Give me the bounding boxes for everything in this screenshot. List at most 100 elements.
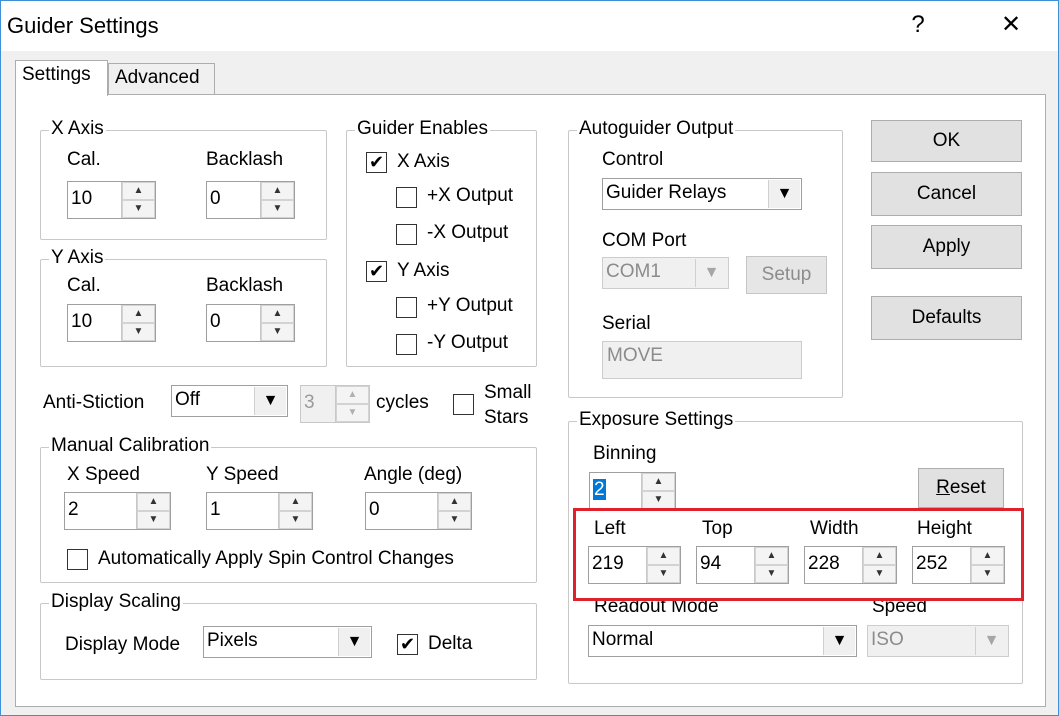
defaults-button[interactable]: Defaults — [871, 296, 1022, 340]
auto-apply-label: Automatically Apply Spin Control Changes — [98, 548, 454, 569]
plus-x-output-checkbox[interactable] — [396, 187, 417, 208]
spin-up-icon[interactable]: ▲ — [137, 493, 170, 511]
spinner-arrows: ▲ ▼ — [260, 305, 294, 341]
angle-value[interactable]: 0 — [369, 499, 380, 521]
tab-settings[interactable]: Settings — [15, 60, 108, 96]
x-backlash-spinner[interactable]: 0 ▲ ▼ — [206, 181, 295, 219]
tab-advanced[interactable]: Advanced — [108, 63, 215, 95]
reset-button[interactable]: Reset — [918, 468, 1004, 508]
spin-up-icon[interactable]: ▲ — [122, 182, 155, 200]
com-port-value: COM1 — [606, 261, 661, 282]
spin-up-icon[interactable]: ▲ — [261, 182, 294, 200]
display-mode-label: Display Mode — [65, 634, 181, 655]
spin-down-icon[interactable]: ▼ — [137, 511, 170, 529]
anti-stiction-select[interactable]: Off ▼ — [171, 385, 288, 417]
chevron-down-icon[interactable]: ▼ — [768, 180, 800, 208]
plus-y-output-checkbox[interactable] — [396, 297, 417, 318]
angle-spinner[interactable]: 0 ▲ ▼ — [365, 492, 472, 530]
spin-down-icon[interactable]: ▼ — [279, 511, 312, 529]
small-stars-label-line1: Small — [484, 382, 532, 403]
control-select[interactable]: Guider Relays ▼ — [602, 178, 802, 210]
spinner-arrows: ▲ ▼ — [121, 182, 155, 218]
x-backlash-value[interactable]: 0 — [210, 188, 221, 210]
ok-button[interactable]: OK — [871, 120, 1022, 162]
binning-spinner[interactable]: 2 ▲ ▼ — [589, 472, 676, 510]
x-speed-value[interactable]: 2 — [68, 499, 79, 521]
y-cal-spinner[interactable]: 10 ▲ ▼ — [67, 304, 156, 342]
y-backlash-label: Backlash — [206, 275, 284, 296]
y-backlash-value[interactable]: 0 — [210, 311, 221, 333]
chevron-down-icon[interactable]: ▼ — [338, 628, 370, 656]
spin-down-icon[interactable]: ▼ — [122, 200, 155, 218]
y-speed-value[interactable]: 1 — [210, 499, 221, 521]
com-port-select[interactable]: COM1 ▼ — [602, 257, 729, 289]
x-cal-spinner[interactable]: 10 ▲ ▼ — [67, 181, 156, 219]
exposure-settings-group-label: Exposure Settings — [577, 409, 736, 431]
spin-down-icon[interactable]: ▼ — [122, 323, 155, 341]
spin-down-icon[interactable]: ▼ — [261, 200, 294, 218]
delta-checkbox[interactable]: ✔ — [397, 634, 418, 655]
guider-enables-group: Guider Enables ✔ X Axis +X Output -X Out… — [346, 118, 537, 367]
angle-label: Angle (deg) — [364, 464, 463, 485]
spin-up-icon[interactable]: ▲ — [122, 305, 155, 323]
spinner-arrows: ▲ ▼ — [260, 182, 294, 218]
x-speed-label: X Speed — [67, 464, 140, 485]
serial-field[interactable]: MOVE — [602, 341, 802, 379]
setup-button[interactable]: Setup — [746, 256, 827, 294]
dialog-title: Guider Settings — [7, 13, 159, 38]
apply-button[interactable]: Apply — [871, 225, 1022, 269]
display-scaling-group: Display Scaling Display Mode Pixels ▼ ✔ … — [40, 591, 537, 680]
spinner-arrows: ▲ ▼ — [335, 386, 369, 422]
display-scaling-group-label: Display Scaling — [49, 591, 183, 613]
cycles-spinner[interactable]: 3 ▲ ▼ — [300, 385, 370, 423]
spinner-arrows: ▲ ▼ — [641, 473, 675, 509]
cancel-button[interactable]: Cancel — [871, 172, 1022, 216]
display-mode-select[interactable]: Pixels ▼ — [203, 626, 372, 658]
spin-down-icon: ▼ — [336, 404, 369, 422]
x-axis-enable-label: X Axis — [397, 151, 450, 172]
x-cal-value[interactable]: 10 — [71, 188, 92, 210]
spin-up-icon[interactable]: ▲ — [438, 493, 471, 511]
spin-up-icon: ▲ — [336, 386, 369, 404]
minus-x-output-label: -X Output — [427, 222, 509, 243]
x-speed-spinner[interactable]: 2 ▲ ▼ — [64, 492, 171, 530]
close-icon[interactable]: ✕ — [989, 5, 1033, 45]
spin-up-icon[interactable]: ▲ — [642, 473, 675, 491]
chevron-down-icon: ▼ — [975, 627, 1007, 655]
y-axis-group: Y Axis Cal. Backlash 10 ▲ ▼ 0 ▲ ▼ — [40, 247, 327, 367]
readout-mode-select[interactable]: Normal ▼ — [588, 625, 857, 657]
exposure-settings-group: Exposure Settings Binning 2 ▲ ▼ Reset Lef… — [568, 409, 1024, 684]
settings-tab-panel: X Axis Cal. Backlash 10 ▲ ▼ 0 ▲ ▼ Y Axis C… — [15, 94, 1046, 707]
speed-select[interactable]: ISO ▼ — [867, 625, 1009, 657]
spinner-arrows: ▲ ▼ — [437, 493, 471, 529]
x-backlash-label: Backlash — [206, 149, 284, 170]
y-cal-label: Cal. — [67, 275, 101, 296]
binning-value[interactable]: 2 — [593, 479, 606, 500]
x-axis-checkbox[interactable]: ✔ — [366, 152, 387, 173]
y-backlash-spinner[interactable]: 0 ▲ ▼ — [206, 304, 295, 342]
plus-y-output-label: +Y Output — [427, 295, 513, 316]
help-button[interactable]: ? — [896, 5, 940, 45]
y-cal-value[interactable]: 10 — [71, 311, 92, 333]
control-label: Control — [602, 149, 664, 170]
spin-up-icon[interactable]: ▲ — [261, 305, 294, 323]
chevron-down-icon[interactable]: ▼ — [254, 387, 286, 415]
small-stars-checkbox[interactable] — [453, 394, 474, 415]
readout-mode-value: Normal — [592, 629, 654, 650]
binning-value-wrap[interactable]: 2 — [593, 479, 606, 501]
cycles-label: cycles — [376, 392, 429, 413]
plus-x-output-label: +X Output — [427, 185, 514, 206]
spin-down-icon[interactable]: ▼ — [642, 491, 675, 509]
control-value: Guider Relays — [606, 182, 727, 203]
spin-down-icon[interactable]: ▼ — [261, 323, 294, 341]
y-axis-checkbox[interactable]: ✔ — [366, 261, 387, 282]
x-cal-label: Cal. — [67, 149, 101, 170]
chevron-down-icon[interactable]: ▼ — [823, 627, 855, 655]
y-speed-spinner[interactable]: 1 ▲ ▼ — [206, 492, 313, 530]
guider-enables-group-label: Guider Enables — [355, 118, 490, 140]
auto-apply-checkbox[interactable] — [67, 549, 88, 570]
spin-up-icon[interactable]: ▲ — [279, 493, 312, 511]
spin-down-icon[interactable]: ▼ — [438, 511, 471, 529]
minus-x-output-checkbox[interactable] — [396, 224, 417, 245]
minus-y-output-checkbox[interactable] — [396, 334, 417, 355]
